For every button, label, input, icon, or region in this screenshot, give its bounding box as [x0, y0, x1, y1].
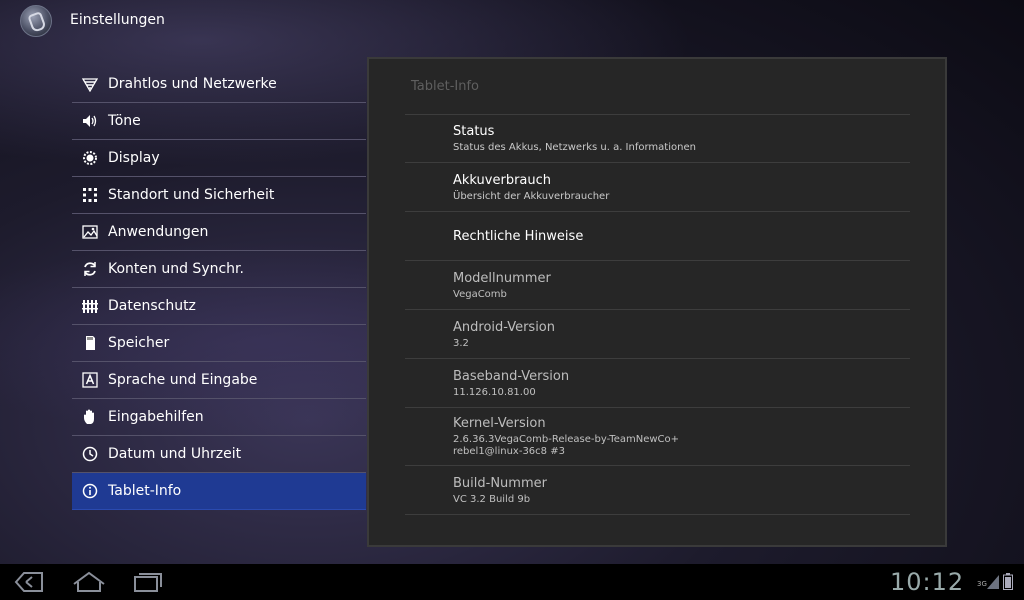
battery-icon — [1003, 573, 1013, 594]
content-panel: Tablet-Info Status Status des Akkus, Net… — [367, 57, 947, 547]
recent-apps-icon[interactable] — [132, 570, 166, 594]
menu-item-label: Konten und Synchr. — [108, 261, 244, 277]
list-item-subtitle: Status des Akkus, Netzwerks u. a. Inform… — [453, 142, 696, 153]
home-icon[interactable] — [72, 570, 106, 594]
keyboard-a-icon — [80, 370, 100, 390]
menu-item-konten-und-synchr[interactable]: Konten und Synchr. — [72, 251, 366, 288]
list-item-subtitle: Übersicht der Akkuverbraucher — [453, 190, 610, 202]
panel-header: Tablet-Info — [411, 79, 480, 94]
network-type: 3G — [977, 580, 987, 588]
list-item-value: 2.6.36.3VegaComb-Release-by-TeamNewCo+ — [453, 434, 680, 445]
list-item-build-nummer: Build-Nummer VC 3.2 Build 9b — [405, 466, 910, 515]
info-icon — [80, 481, 100, 501]
menu-item-label: Töne — [108, 113, 141, 129]
system-bar: 10:12 3G — [0, 564, 1024, 600]
wifi-icon — [80, 74, 100, 94]
settings-menu: Drahtlos und Netzwerke Töne Display Stan… — [72, 66, 366, 510]
menu-item-toene[interactable]: Töne — [72, 103, 366, 140]
apps-icon — [80, 222, 100, 242]
menu-item-sprache-und-eingabe[interactable]: Sprache und Eingabe — [72, 362, 366, 399]
menu-item-label: Drahtlos und Netzwerke — [108, 76, 277, 92]
menu-item-label: Datenschutz — [108, 298, 196, 314]
list-item-title: Status — [453, 124, 495, 139]
menu-item-label: Standort und Sicherheit — [108, 187, 275, 203]
list-item-modellnummer: Modellnummer VegaComb — [405, 261, 910, 310]
list-item-title: Akkuverbrauch — [453, 172, 552, 188]
list-item-baseband-version: Baseband-Version 11.126.10.81.00 — [405, 359, 910, 408]
menu-item-label: Sprache und Eingabe — [108, 372, 258, 388]
location-grid-icon — [80, 185, 100, 205]
menu-item-standort-und-sicherheit[interactable]: Standort und Sicherheit — [72, 177, 366, 214]
menu-item-eingabehilfen[interactable]: Eingabehilfen — [72, 399, 366, 436]
list-item-title: Build-Nummer — [453, 475, 547, 491]
menu-item-label: Datum und Uhrzeit — [108, 446, 242, 462]
list-item-title: Modellnummer — [453, 270, 551, 286]
sdcard-icon — [80, 333, 100, 353]
privacy-icon — [80, 296, 100, 316]
menu-item-datenschutz[interactable]: Datenschutz — [72, 288, 366, 325]
menu-item-speicher[interactable]: Speicher — [72, 325, 366, 362]
list-item-rechtliche-hinweise[interactable]: Rechtliche Hinweise — [405, 212, 910, 261]
list-item-status[interactable]: Status Status des Akkus, Netzwerks u. a.… — [405, 115, 910, 163]
title-bar: Einstellungen — [0, 0, 1024, 42]
list-item-value: VC 3.2 Build 9b — [453, 493, 531, 505]
menu-item-tablet-info[interactable]: Tablet-Info — [72, 473, 366, 510]
list-item-akkuverbrauch[interactable]: Akkuverbrauch Übersicht der Akkuverbrauc… — [405, 163, 910, 212]
list-item-value: VegaComb — [453, 288, 507, 300]
menu-item-datum-und-uhrzeit[interactable]: Datum und Uhrzeit — [72, 436, 366, 473]
sync-icon — [80, 259, 100, 279]
list-item-title: Baseband-Version — [453, 368, 570, 384]
app-title: Einstellungen — [70, 12, 165, 28]
speaker-icon — [80, 111, 100, 131]
menu-item-label: Tablet-Info — [108, 483, 182, 499]
list-item-title: Rechtliche Hinweise — [453, 228, 584, 244]
list-item-value: 3.2 — [453, 337, 469, 349]
list-item-title: Kernel-Version — [453, 416, 546, 431]
menu-item-display[interactable]: Display — [72, 140, 366, 177]
list-item-android-version: Android-Version 3.2 — [405, 310, 910, 359]
list-item-kernel-version: Kernel-Version 2.6.36.3VegaComb-Release-… — [405, 408, 910, 466]
back-icon[interactable] — [12, 570, 46, 594]
brightness-icon — [80, 148, 100, 168]
signal-icon — [987, 574, 999, 593]
menu-item-drahtlos-und-netzwerke[interactable]: Drahtlos und Netzwerke — [72, 66, 366, 103]
list-item-value: 11.126.10.81.00 — [453, 386, 536, 398]
menu-item-label: Anwendungen — [108, 224, 209, 240]
list-item-value-line2: rebel1@linux-36c8 #3 — [453, 446, 565, 457]
menu-item-label: Display — [108, 150, 160, 166]
info-list: Status Status des Akkus, Netzwerks u. a.… — [405, 114, 910, 515]
settings-app-icon[interactable] — [20, 5, 52, 37]
clock-time[interactable]: 10:12 — [890, 568, 964, 596]
menu-item-label: Speicher — [108, 335, 170, 351]
hand-icon — [80, 407, 100, 427]
menu-item-anwendungen[interactable]: Anwendungen — [72, 214, 366, 251]
menu-item-label: Eingabehilfen — [108, 409, 204, 425]
clock-icon — [80, 444, 100, 464]
list-item-title: Android-Version — [453, 319, 555, 335]
